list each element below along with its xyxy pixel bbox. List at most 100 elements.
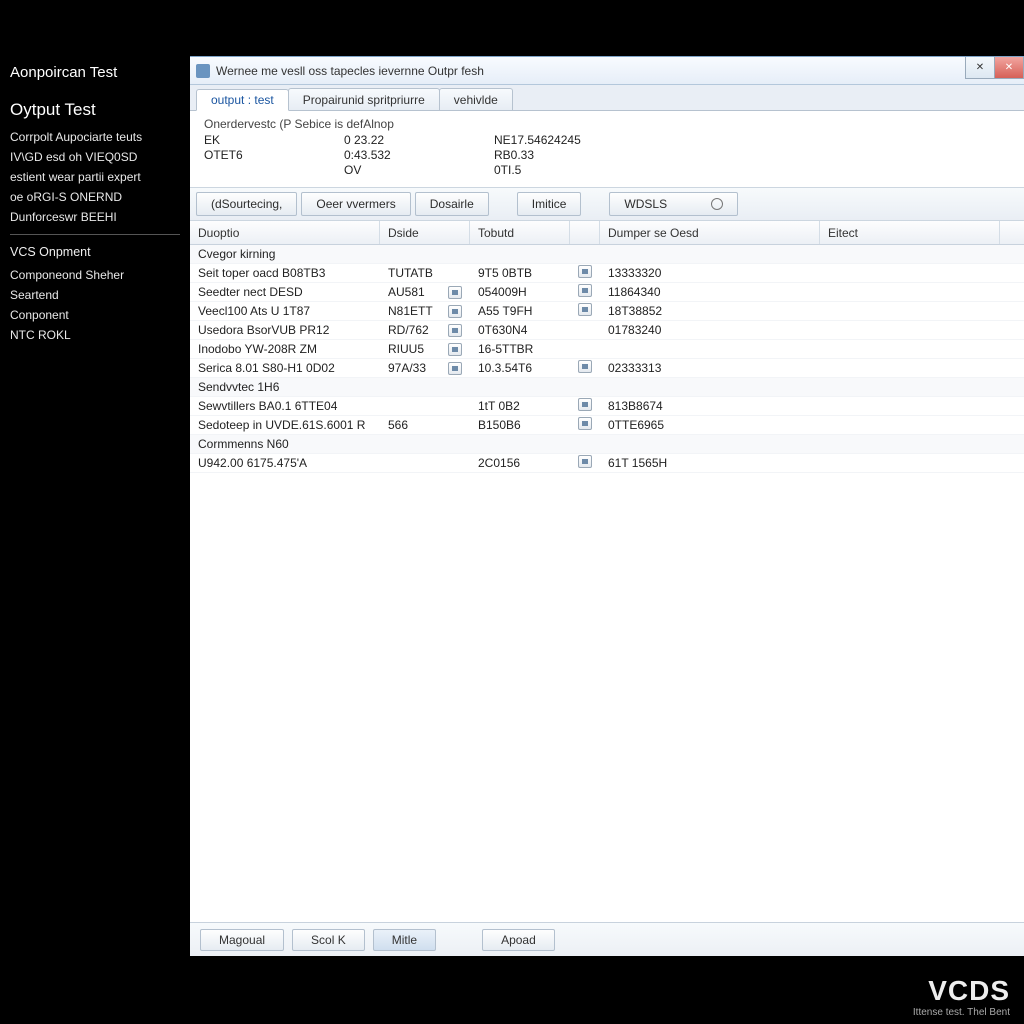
sidebar-title-1: Aonpoircan Test: [10, 62, 180, 85]
toolbar-btn-sourcing[interactable]: (dSourtecing,: [196, 192, 297, 216]
doc-icon: [578, 417, 592, 430]
table-row[interactable]: Usedora BsorVUB PR12RD/7620T630N40178324…: [190, 321, 1024, 340]
doc-icon: [448, 362, 462, 375]
toolbar-btn-oeer[interactable]: Oeer vvermers: [301, 192, 410, 216]
info-value: NE17.54624245: [494, 133, 694, 147]
footer-btn-manual[interactable]: Magoual: [200, 929, 284, 951]
table-row[interactable]: Seedter nect DESDAU581054009H11864340: [190, 283, 1024, 302]
table-cell: Inodobo YW-208R ZM: [190, 342, 380, 356]
col-tobutd[interactable]: Tobutd: [470, 221, 570, 244]
table-cell: TUTATB: [380, 266, 470, 280]
sidebar-item[interactable]: Componeond Sheher: [10, 266, 180, 284]
table-row[interactable]: Sendvvtec 1H6: [190, 378, 1024, 397]
table-cell: [570, 417, 600, 433]
table-cell: 02333313: [600, 361, 820, 375]
sidebar-item[interactable]: IV\GD esd oh VIEQ0SD: [10, 148, 180, 166]
info-label: [204, 163, 344, 177]
table-row[interactable]: U942.00 6175.475'A 2C0156 61T 1565H: [190, 454, 1024, 473]
table-body: Cvegor kirning Seit toper oacd B08TB3TUTA…: [190, 245, 1024, 922]
toolbar-btn-wdsls[interactable]: WDSLS: [609, 192, 738, 216]
table-cell: RD/762: [380, 323, 470, 337]
table-row[interactable]: Cormmenns N60: [190, 435, 1024, 454]
sidebar-item[interactable]: Conponent: [10, 306, 180, 324]
sidebar-item[interactable]: NTC ROKL: [10, 326, 180, 344]
info-value: 0 23.22: [344, 133, 494, 147]
window-title: Wernee me vesll oss tapecles ievernne Ou…: [216, 64, 484, 78]
col-dumper[interactable]: Dumper se Oesd: [600, 221, 820, 244]
table-cell: RIUU5: [380, 342, 470, 356]
circle-icon: [711, 198, 723, 210]
footer-btn-scol[interactable]: Scol K: [292, 929, 365, 951]
table-cell: Seit toper oacd B08TB3: [190, 266, 380, 280]
sidebar-item[interactable]: estient wear partii expert: [10, 168, 180, 186]
app-icon: [196, 64, 210, 78]
table-cell: N81ETT: [380, 304, 470, 318]
data-table: Duoptio Dside Tobutd Dumper se Oesd Eite…: [190, 221, 1024, 922]
table-cell: Sedoteep in UVDE.61S.6001 R: [190, 418, 380, 432]
toolbar-btn-label: WDSLS: [624, 197, 667, 211]
table-cell: 01783240: [600, 323, 820, 337]
table-cell: 10.3.54T6: [470, 361, 570, 375]
table-row[interactable]: Cvegor kirning: [190, 245, 1024, 264]
table-cell: [570, 398, 600, 414]
table-row[interactable]: Veecl100 Ats U 1T87N81ETTA55 T9FH18T3885…: [190, 302, 1024, 321]
doc-icon: [578, 360, 592, 373]
footer-btn-apoad[interactable]: Apoad: [482, 929, 555, 951]
sidebar-item[interactable]: Dunforceswr BEEHI: [10, 208, 180, 226]
doc-icon: [448, 305, 462, 318]
info-panel: Onerdervestc (P Sebice is defAlnop EK 0 …: [190, 111, 1024, 187]
sidebar-group-title: VCS Onpment: [10, 243, 180, 262]
table-cell: 1tT 0B2: [470, 399, 570, 413]
info-title: Onerdervestc (P Sebice is defAlnop: [204, 117, 1010, 131]
table-cell: [570, 360, 600, 376]
table-cell: 2C0156: [470, 456, 570, 470]
table-cell: 11864340: [600, 285, 820, 299]
info-value: OV: [344, 163, 494, 177]
toolbar-btn-dosairle[interactable]: Dosairle: [415, 192, 489, 216]
table-cell: [570, 284, 600, 300]
brand-logo: VCDS: [913, 975, 1010, 1007]
table-row[interactable]: Serica 8.01 S80-H1 0D0297A/3310.3.54T602…: [190, 359, 1024, 378]
info-label: EK: [204, 133, 344, 147]
table-cell: Serica 8.01 S80-H1 0D02: [190, 361, 380, 375]
table-cell: 0T630N4: [470, 323, 570, 337]
minimize-button[interactable]: ✕: [965, 57, 995, 79]
titlebar: Wernee me vesll oss tapecles ievernne Ou…: [190, 57, 1024, 85]
col-eitect[interactable]: Eitect: [820, 221, 1000, 244]
sidebar-item[interactable]: oe oRGI-S ONERND: [10, 188, 180, 206]
main-tabs: output : test Propairunid spritpriurre v…: [190, 85, 1024, 111]
info-label: OTET6: [204, 148, 344, 162]
tab-output-test[interactable]: output : test: [196, 89, 289, 111]
toolbar-btn-imitice[interactable]: Imitice: [517, 192, 582, 216]
app-window: Wernee me vesll oss tapecles ievernne Ou…: [190, 56, 1024, 956]
table-cell: Cvegor kirning: [190, 247, 1024, 261]
close-button[interactable]: ✕: [994, 57, 1024, 79]
sidebar-item[interactable]: Seartend: [10, 286, 180, 304]
table-cell: U942.00 6175.475'A: [190, 456, 380, 470]
doc-icon: [448, 324, 462, 337]
brand-tagline: Ittense test. Thel Bent: [913, 1007, 1010, 1018]
col-duoptio[interactable]: Duoptio: [190, 221, 380, 244]
table-cell: 13333320: [600, 266, 820, 280]
footer-bar: Magoual Scol K Mitle Apoad: [190, 922, 1024, 956]
table-cell: Veecl100 Ats U 1T87: [190, 304, 380, 318]
table-row[interactable]: Inodobo YW-208R ZMRIUU516-5TTBR: [190, 340, 1024, 359]
table-row[interactable]: Sedoteep in UVDE.61S.6001 R566B150B60TTE…: [190, 416, 1024, 435]
col-dside[interactable]: Dside: [380, 221, 470, 244]
tab-prepartuid[interactable]: Propairunid spritpriurre: [288, 88, 440, 110]
table-row[interactable]: Sewvtillers BA0.1 6TTE041tT 0B2813B8674: [190, 397, 1024, 416]
table-cell: 054009H: [470, 285, 570, 299]
doc-icon: [578, 303, 592, 316]
table-cell: B150B6: [470, 418, 570, 432]
footer-btn-mitle[interactable]: Mitle: [373, 929, 436, 951]
doc-icon: [448, 343, 462, 356]
divider: [10, 234, 180, 235]
info-value: 0TI.5: [494, 163, 694, 177]
col-icon[interactable]: [570, 221, 600, 244]
table-cell: 61T 1565H: [600, 456, 820, 470]
tab-vehicle[interactable]: vehivlde: [439, 88, 513, 110]
table-cell: Sendvvtec 1H6: [190, 380, 1024, 394]
table-row[interactable]: Seit toper oacd B08TB3TUTATB9T5 0BTB1333…: [190, 264, 1024, 283]
sidebar-item[interactable]: Corrpolt Aupociarte teuts: [10, 128, 180, 146]
info-value: 0:43.532: [344, 148, 494, 162]
